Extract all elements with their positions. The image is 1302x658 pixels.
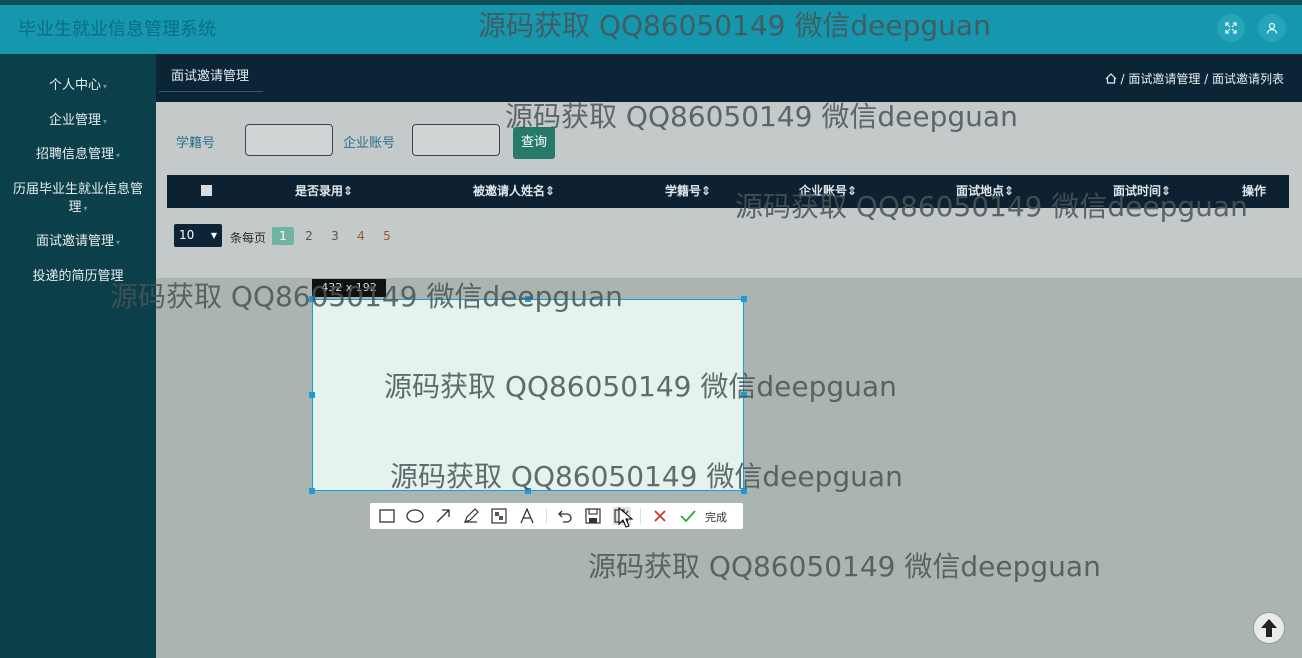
watermark-text: 源码获取 QQ86050149 微信deepguan	[478, 9, 991, 42]
app-title: 毕业生就业信息管理系统	[18, 19, 216, 40]
sort-icon: ⇕	[545, 184, 556, 198]
sort-icon: ⇕	[701, 184, 712, 198]
rectangle-tool-icon[interactable]	[378, 507, 396, 525]
screenshot-toolbar: 完成	[370, 503, 743, 529]
page-3[interactable]: 3	[324, 227, 346, 245]
column-header-hired[interactable]: 是否录用⇕	[295, 175, 353, 208]
undo-icon[interactable]	[556, 507, 574, 525]
mosaic-tool-icon[interactable]	[490, 507, 508, 525]
student-id-input[interactable]	[245, 124, 333, 156]
confirm-check-icon[interactable]	[679, 507, 697, 525]
sidebar-item-graduate-employment[interactable]: 历届毕业生就业信息管理 ▾	[10, 181, 146, 218]
done-button-label[interactable]: 完成	[705, 509, 727, 525]
back-to-top-button[interactable]	[1253, 612, 1285, 644]
column-header-invitee-name[interactable]: 被邀请人姓名⇕	[473, 175, 555, 208]
chevron-down-icon: ▾	[116, 151, 121, 160]
arrow-tool-icon[interactable]	[434, 507, 452, 525]
toolbar-divider	[546, 508, 547, 524]
page-1[interactable]: 1	[272, 227, 294, 245]
page-size-select[interactable]: 10 ▼	[174, 224, 222, 247]
chevron-down-icon: ▾	[103, 117, 108, 126]
user-icon[interactable]	[1258, 14, 1286, 42]
fullscreen-icon[interactable]	[1217, 14, 1245, 42]
chevron-down-icon: ▾	[103, 82, 108, 91]
save-icon[interactable]	[584, 507, 602, 525]
column-header-student-id[interactable]: 学籍号⇕	[665, 175, 711, 208]
resize-handle-ne[interactable]	[741, 296, 747, 302]
watermark-text: 源码获取 QQ86050149 微信deepguan	[505, 100, 1018, 133]
ellipse-tool-icon[interactable]	[406, 507, 424, 525]
pen-tool-icon[interactable]	[462, 507, 480, 525]
page-4[interactable]: 4	[350, 227, 372, 245]
chevron-down-icon: ▾	[83, 204, 88, 213]
home-icon[interactable]	[1105, 72, 1121, 86]
sort-icon: ⇕	[343, 184, 354, 198]
watermark-text: 源码获取 QQ86050149 微信deepguan	[390, 460, 903, 493]
dropdown-arrow-icon: ▼	[210, 231, 217, 240]
company-account-input[interactable]	[412, 124, 500, 156]
sidebar-item-interview[interactable]: 面试邀请管理 ▾	[0, 233, 156, 252]
cancel-icon[interactable]	[651, 507, 669, 525]
student-id-label: 学籍号	[176, 136, 216, 151]
tab-interview-management[interactable]: 面试邀请管理	[159, 62, 263, 92]
page-2[interactable]: 2	[298, 227, 320, 245]
chevron-down-icon: ▾	[116, 238, 121, 247]
page-5[interactable]: 5	[376, 227, 398, 245]
watermark-text: 源码获取 QQ86050149 微信deepguan	[384, 370, 897, 403]
watermark-text: 源码获取 QQ86050149 微信deepguan	[110, 280, 623, 313]
sidebar-item-personal-center[interactable]: 个人中心 ▾	[0, 77, 156, 96]
breadcrumb: / 面试邀请管理 / 面试邀请列表	[1105, 70, 1284, 87]
mouse-cursor-icon	[618, 506, 634, 533]
sidebar-item-recruitment[interactable]: 招聘信息管理 ▾	[0, 146, 156, 165]
toolbar-divider	[640, 508, 641, 524]
select-all-checkbox[interactable]	[201, 185, 212, 196]
sidebar	[0, 54, 156, 658]
company-account-label: 企业账号	[343, 136, 396, 151]
watermark-text: 源码获取 QQ86050149 微信deepguan	[588, 550, 1101, 583]
resize-handle-sw[interactable]	[309, 488, 315, 494]
watermark-text: 源码获取 QQ86050149 微信deepguan	[735, 190, 1248, 223]
text-tool-icon[interactable]	[518, 507, 536, 525]
arrow-up-icon	[1261, 619, 1277, 637]
resize-handle-w[interactable]	[309, 392, 315, 398]
sidebar-item-company[interactable]: 企业管理 ▾	[0, 112, 156, 131]
per-page-label: 条每页	[230, 231, 267, 245]
